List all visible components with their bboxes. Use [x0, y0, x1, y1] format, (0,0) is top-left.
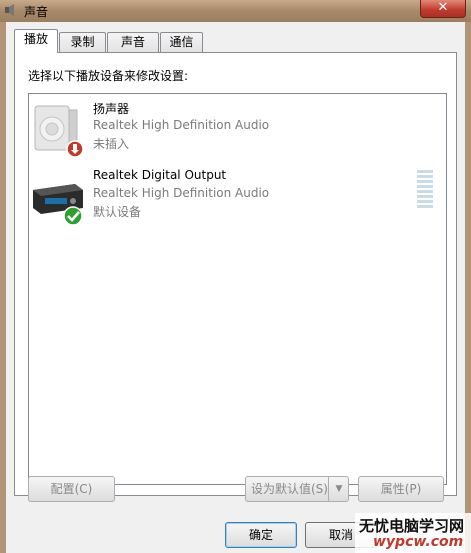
device-name: Realtek Digital Output	[93, 168, 227, 182]
device-description: Realtek High Definition Audio	[93, 118, 270, 132]
instruction-text: 选择以下播放设备来修改设置:	[28, 69, 189, 83]
ok-button-label: 确定	[248, 528, 273, 542]
chevron-down-icon[interactable]: ▼	[328, 477, 349, 501]
properties-button[interactable]: 属性(P)	[358, 476, 444, 502]
dialog-content: 播放 录制 声音 通信 选择以下播放设备来修改设置: 扬声器 Realtek H…	[6, 22, 465, 553]
ok-button[interactable]: 确定	[225, 522, 297, 548]
tab-recording-label: 录制	[70, 35, 95, 49]
cancel-button-label: 取消	[328, 528, 353, 542]
watermark-url: wypcw.com	[373, 534, 464, 550]
unplugged-badge-icon	[66, 140, 84, 158]
tab-communications[interactable]: 通信	[160, 32, 203, 52]
device-description: Realtek High Definition Audio	[93, 186, 270, 200]
window-frame-right	[465, 22, 471, 553]
default-check-icon	[63, 206, 83, 226]
tab-playback[interactable]: 播放	[14, 29, 58, 53]
watermark-title: 无忧电脑学习网	[359, 517, 465, 535]
set-default-button-label: 设为默认值(S)	[251, 482, 328, 496]
set-default-button[interactable]: 设为默认值(S) ▼	[245, 476, 349, 502]
volume-meter	[417, 170, 433, 212]
tab-sounds[interactable]: 声音	[107, 32, 159, 52]
configure-button-label: 配置(C)	[50, 482, 93, 496]
device-item-speakers[interactable]: 扬声器 Realtek High Definition Audio 未插入	[29, 98, 446, 158]
close-icon: ✕	[437, 0, 449, 15]
close-button[interactable]: ✕	[420, 0, 466, 18]
configure-button[interactable]: 配置(C)	[28, 476, 115, 502]
device-list[interactable]: 扬声器 Realtek High Definition Audio 未插入 Re…	[28, 93, 447, 485]
tab-sounds-label: 声音	[120, 35, 145, 49]
tab-communications-label: 通信	[169, 35, 194, 49]
tab-recording[interactable]: 录制	[59, 32, 106, 52]
digital-output-icon	[33, 184, 83, 226]
device-item-digital-output[interactable]: Realtek Digital Output Realtek High Defi…	[29, 166, 446, 226]
speaker-window-icon	[5, 4, 14, 16]
speaker-icon	[34, 105, 84, 158]
device-name: 扬声器	[93, 102, 130, 116]
window-title: 声音	[24, 5, 49, 19]
properties-button-label: 属性(P)	[380, 482, 422, 496]
tab-playback-label: 播放	[23, 32, 48, 46]
title-bar[interactable]: 声音 ✕	[0, 0, 471, 22]
site-watermark: 无忧电脑学习网 wypcw.com	[355, 513, 471, 553]
device-status: 未插入	[93, 137, 130, 151]
device-status: 默认设备	[93, 205, 142, 219]
playback-panel: 选择以下播放设备来修改设置: 扬声器 Realtek High Definiti…	[14, 52, 457, 496]
